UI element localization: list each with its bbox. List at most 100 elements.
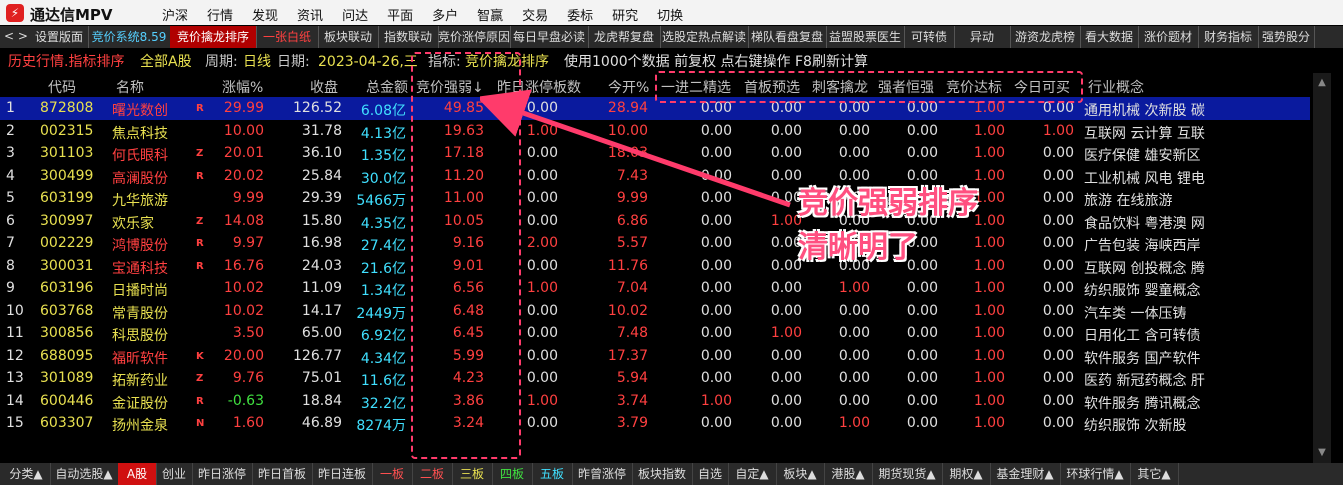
bottom-tab[interactable]: 自定▲ [728,463,777,485]
tab-nav-arrows-icon[interactable]: < > [4,29,28,43]
menu-item[interactable]: 交易 [522,5,548,24]
cell-f2: 0.00 [770,257,802,274]
table-row[interactable]: 10 603768 常青股份 10.02 14.17 2449万 6.48 0.00 10.02… [0,300,1310,323]
menu-item[interactable]: 问达 [342,5,368,24]
cell-pct: -0.63 [227,392,264,409]
col-code[interactable]: 代码 [48,77,76,97]
bottom-tab[interactable]: 自选 [692,463,729,485]
cell-pct: 29.99 [223,100,264,116]
col-close[interactable]: 收盘 [310,77,338,97]
bottom-tab[interactable]: 板块▲ [776,463,825,485]
menu-item[interactable]: 发现 [252,5,278,24]
market-label: 全部A股 [140,54,192,70]
menu-item[interactable]: 委标 [567,5,593,24]
bottom-tab[interactable]: 三板 [452,463,493,485]
cell-idx: 11 [6,325,24,341]
table-row[interactable]: 13 301089 拓新药业 Z 9.76 75.01 11.6亿 4.23 0.00 5.94 0… [0,367,1310,390]
menu-item[interactable]: 沪深 [162,5,188,24]
tab-item[interactable]: 板块联动 [318,26,379,48]
annotation-line1: 竞价强弱排序 [798,186,978,221]
menu-item[interactable]: 平面 [387,5,413,24]
table-row[interactable]: 8 300031 宝通科技 R 16.76 24.03 21.6亿 9.01 0.00 11.76… [0,255,1310,278]
tab-item[interactable]: 异动 [954,26,1011,48]
tab-item[interactable]: 指数联动 [378,26,439,48]
cell-amount: 4.34亿 [360,350,406,367]
bottom-tab[interactable]: 期权▲ [942,463,991,485]
tab-item[interactable]: 竞价涨停原因 [438,26,511,48]
tab-item[interactable]: 游资龙虎榜 [1010,26,1081,48]
tab-item[interactable]: 设置版面 [30,26,89,48]
bottom-tab[interactable]: 昨日首板 [252,463,313,485]
cell-name: 曙光数创 [112,103,168,119]
col-concept[interactable]: 行业概念 [1088,77,1144,97]
col-amount[interactable]: 总金额 [366,77,408,97]
bottom-tab[interactable]: 五板 [532,463,573,485]
table-row[interactable]: 12 688095 福昕软件 K 20.00 126.77 4.34亿 5.99 0.00 17.… [0,345,1310,368]
cell-flag: R [196,103,204,114]
tab-item[interactable]: 梯队看盘复盘 [748,26,827,48]
scroll-down-icon[interactable]: ▼ [1316,447,1328,459]
bottom-tab[interactable]: 板块指数 [632,463,693,485]
cell-f5: 1.00 [973,122,1005,139]
cell-f1: 0.00 [700,347,732,364]
scroll-up-icon[interactable]: ▲ [1316,77,1328,89]
table-row[interactable]: 7 002229 鸿博股份 R 9.97 16.98 27.4亿 9.16 2.00 5.57 0.… [0,232,1310,255]
cell-name: 日播时尚 [112,283,168,299]
table-row[interactable]: 14 600446 金证股份 R -0.63 18.84 32.2亿 3.86 1.00 3.74… [0,390,1310,413]
tab-item[interactable]: 可转债 [904,26,955,48]
bottom-tab[interactable]: 一板 [372,463,413,485]
cell-f5: 1.00 [973,145,1005,161]
cell-concept: 互联网 创投概念 腾 [1084,260,1205,277]
menu-item[interactable]: 多户 [432,5,458,24]
tab-item[interactable]: 竞价系统8.59 [88,26,171,48]
cell-concept: 通用机械 次新股 碳 [1084,103,1205,119]
tab-bar: < > 设置版面 竞价系统8.59 竞价擒龙排序 一张白纸 板块联动 指数联动 竞价涨停原因… [0,26,1343,48]
bottom-tab[interactable]: 自动选股▲ [50,463,119,485]
table-row[interactable]: 9 603196 日播时尚 10.02 11.09 1.34亿 6.56 1.00 7.04 0.… [0,277,1310,300]
bottom-tab[interactable]: 昨日连板 [312,463,373,485]
bottom-tab[interactable]: 四板 [492,463,533,485]
cell-code: 002229 [40,235,94,251]
tab-item[interactable]: 强势股分 [1258,26,1315,48]
tab-item[interactable]: 选股定热点解读 [660,26,749,48]
bottom-tab[interactable]: 创业 [156,463,193,485]
bottom-tab[interactable]: 二板 [412,463,453,485]
menu-item[interactable]: 研究 [612,5,638,24]
bottom-tab[interactable]: 期货现货▲ [872,463,943,485]
cell-f1: 0.00 [700,257,732,274]
cell-name: 焦点科技 [112,125,168,142]
col-pct[interactable]: 涨幅% [222,77,263,97]
menu-item[interactable]: 行情 [207,5,233,24]
bottom-tab[interactable]: 昨曾涨停 [572,463,633,485]
bottom-tab[interactable]: 其它▲ [1130,463,1179,485]
bottom-tab[interactable]: 分类▲ [2,463,51,485]
info-note: 使用1000个数据 前复权 点右键操作 F8刷新计算 [564,54,868,70]
col-name[interactable]: 名称 [116,77,144,97]
bottom-tab[interactable]: 基金理财▲ [990,463,1061,485]
tab-item[interactable]: 益盟股票医生 [826,26,905,48]
tab-item[interactable]: 一张白纸 [256,26,319,48]
table-row[interactable]: 15 603307 扬州金泉 N 1.60 46.89 8274万 3.24 0.00 3.79 0… [0,412,1310,435]
tab-item[interactable]: 看大数据 [1080,26,1139,48]
tab-item[interactable]: 财务指标 [1198,26,1259,48]
menu-item[interactable]: 切换 [657,5,683,24]
cell-code: 300499 [40,167,94,184]
bottom-tab[interactable]: 环球行情▲ [1060,463,1131,485]
tab-item[interactable]: 每日早盘必读 [510,26,589,48]
cell-f1: 0.00 [700,370,732,386]
cell-idx: 15 [6,415,24,431]
tab-item[interactable]: 龙虎帮复盘 [588,26,661,48]
vertical-scrollbar[interactable]: ▲ ▼ [1313,73,1331,463]
bottom-tab[interactable]: 港股▲ [824,463,873,485]
cell-code: 872808 [40,100,94,116]
menu-item[interactable]: 资讯 [297,5,323,24]
bottom-tab[interactable]: 昨日涨停 [192,463,253,485]
tab-item[interactable]: 竞价擒龙排序 [170,26,257,48]
cell-f6: 0.00 [1042,235,1074,251]
menu-item[interactable]: 智赢 [477,5,503,24]
bottom-tab[interactable]: A股 [118,463,157,485]
tab-item[interactable]: 涨价题材 [1138,26,1199,48]
info-bar: 历史行情.指标排序 全部A股 周期: 日线 日期: 2023-04-26,三 指… [0,48,1343,72]
table-row[interactable]: 11 300856 科思股份 3.50 65.00 6.92亿 6.45 0.00 7.48 0.… [0,322,1310,345]
cell-f5: 1.00 [973,347,1005,364]
